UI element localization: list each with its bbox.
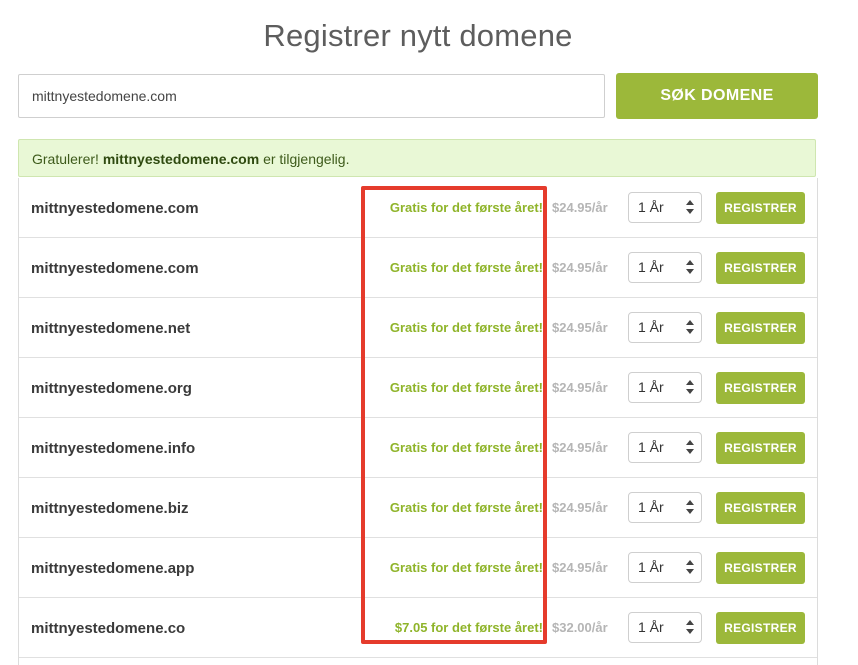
chevron-up-down-icon	[686, 560, 694, 574]
register-button[interactable]: REGISTRER	[716, 492, 805, 524]
period-value: 1 År	[638, 439, 664, 455]
domain-name: mittnyestedomene.org	[31, 380, 192, 397]
alert-prefix: Gratulerer!	[32, 151, 103, 167]
alert-domain: mittnyestedomene.com	[102, 151, 260, 167]
chevron-up-down-icon	[686, 380, 694, 394]
domain-row: mittnyestedomene.com Gratis for det førs…	[19, 238, 817, 298]
period-select[interactable]: 1 År	[628, 492, 702, 523]
promo-text: Gratis for det første året!	[389, 500, 543, 515]
register-button[interactable]: REGISTRER	[716, 372, 805, 404]
renewal-price: $24.95/år	[552, 380, 608, 395]
chevron-up-down-icon	[686, 320, 694, 334]
chevron-up-down-icon	[686, 200, 694, 214]
availability-alert: Gratulerer! mittnyestedomene.com er tilg…	[18, 139, 816, 177]
period-value: 1 År	[638, 199, 664, 215]
promo-text: Gratis for det første året!	[389, 560, 543, 575]
promo-text: Gratis for det første året!	[389, 380, 543, 395]
promo-text: Gratis for det første året!	[389, 200, 543, 215]
renewal-price: $32.00/år	[552, 620, 608, 635]
domain-row: mittnyestedomene.app Gratis for det førs…	[19, 538, 817, 598]
domain-row: mittnyestedomene.com Gratis for det førs…	[19, 178, 817, 238]
promo-text: Gratis for det første året!	[389, 260, 543, 275]
register-button[interactable]: REGISTRER	[716, 312, 805, 344]
chevron-up-down-icon	[686, 260, 694, 274]
register-button[interactable]: REGISTRER	[716, 612, 805, 644]
domain-row: mittnyestedomene.org Gratis for det førs…	[19, 358, 817, 418]
register-button[interactable]: REGISTRER	[716, 552, 805, 584]
period-value: 1 År	[638, 499, 664, 515]
register-button[interactable]: REGISTRER	[716, 252, 805, 284]
renewal-price: $24.95/år	[552, 320, 608, 335]
domain-search-input[interactable]	[18, 74, 605, 118]
period-select[interactable]: 1 År	[628, 372, 702, 403]
period-value: 1 År	[638, 319, 664, 335]
domain-row: mittnyestedomene.co $7.05 for det første…	[19, 598, 817, 658]
period-select[interactable]: 1 År	[628, 192, 702, 223]
chevron-up-down-icon	[686, 620, 694, 634]
domain-name: mittnyestedomene.info	[31, 440, 196, 457]
period-select[interactable]: 1 År	[628, 312, 702, 343]
promo-text: $7.05 for det første året!	[394, 620, 543, 635]
domain-name: mittnyestedomene.com	[31, 260, 199, 277]
renewal-price: $24.95/år	[552, 440, 608, 455]
domain-registration-page: Registrer nytt domene SØK DOMENE Gratule…	[0, 0, 858, 665]
renewal-price: $24.95/år	[552, 500, 608, 515]
register-button[interactable]: REGISTRER	[716, 192, 805, 224]
domain-row: mittnyestedomene.biz Gratis for det førs…	[19, 478, 817, 538]
register-button[interactable]: REGISTRER	[716, 432, 805, 464]
period-value: 1 År	[638, 379, 664, 395]
renewal-price: $24.95/år	[552, 260, 608, 275]
period-value: 1 År	[638, 619, 664, 635]
domain-name: mittnyestedomene.net	[31, 320, 191, 337]
domain-name: mittnyestedomene.app	[31, 560, 195, 577]
promo-text: Gratis for det første året!	[389, 440, 543, 455]
period-select[interactable]: 1 År	[628, 432, 702, 463]
domain-name: mittnyestedomene.biz	[31, 500, 189, 517]
period-value: 1 År	[638, 259, 664, 275]
chevron-up-down-icon	[686, 500, 694, 514]
search-domain-button[interactable]: SØK DOMENE	[616, 73, 818, 119]
renewal-price: $24.95/år	[552, 200, 608, 215]
alert-suffix: er tilgjengelig.	[259, 151, 350, 167]
renewal-price: $24.95/år	[552, 560, 608, 575]
period-select[interactable]: 1 År	[628, 552, 702, 583]
domain-results-list: mittnyestedomene.com Gratis for det førs…	[18, 178, 818, 665]
promo-text: Gratis for det første året!	[389, 320, 543, 335]
period-value: 1 År	[638, 559, 664, 575]
period-select[interactable]: 1 År	[628, 252, 702, 283]
chevron-up-down-icon	[686, 440, 694, 454]
domain-row: mittnyestedomene.net Gratis for det førs…	[19, 298, 817, 358]
domain-name: mittnyestedomene.co	[31, 620, 186, 637]
period-select[interactable]: 1 År	[628, 612, 702, 643]
domain-row: mittnyestedomene.info Gratis for det før…	[19, 418, 817, 478]
page-title: Registrer nytt domene	[263, 18, 573, 53]
domain-name: mittnyestedomene.com	[31, 200, 199, 217]
